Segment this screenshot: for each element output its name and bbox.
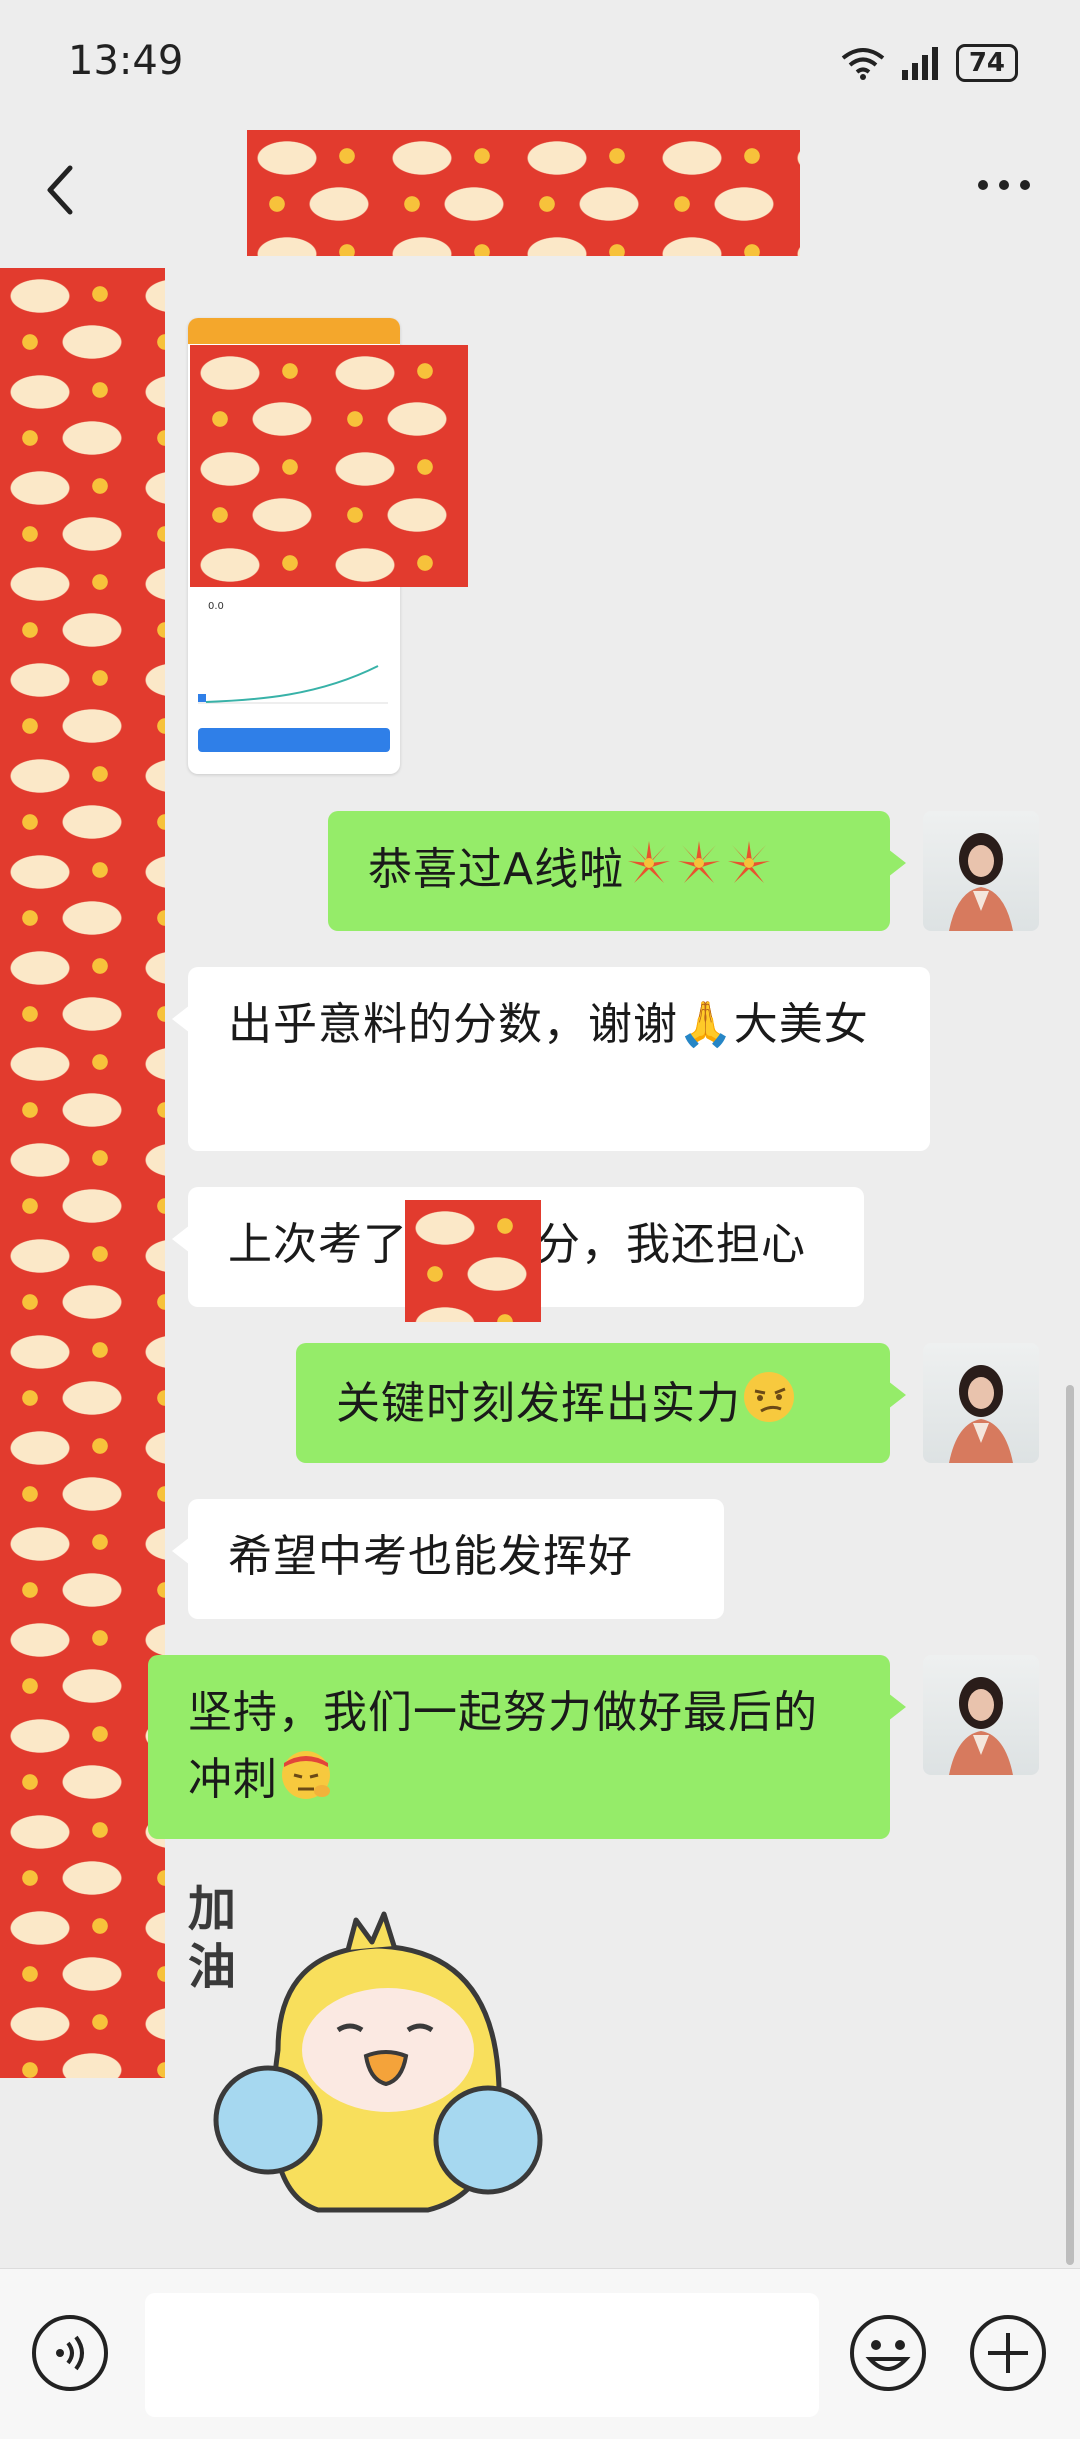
preview-score-secondary: 0.0 xyxy=(208,601,224,612)
voice-icon[interactable] xyxy=(30,2313,110,2393)
message-bubble-sent[interactable]: 恭喜过A线啦 xyxy=(328,811,906,931)
score-redacted xyxy=(405,1200,541,1322)
message-bubble-received[interactable]: 出乎意料的分数，谢谢🙏大美女 xyxy=(172,967,930,1151)
message-text: 关键时刻发挥出实力 xyxy=(336,1378,741,1429)
plus-icon[interactable] xyxy=(968,2313,1048,2393)
message-input[interactable] xyxy=(145,2293,819,2417)
preview-contact-button xyxy=(198,728,390,752)
chat-title-redacted xyxy=(247,130,800,256)
sticker-caption: 加油 xyxy=(188,1881,237,1995)
my-avatar[interactable] xyxy=(923,1343,1039,1463)
emoji-icon[interactable] xyxy=(848,2313,928,2393)
message-text: 希望中考也能发挥好 xyxy=(228,1531,633,1582)
status-icons: 74 xyxy=(840,44,1018,82)
back-arrow-icon[interactable] xyxy=(40,160,80,220)
battery-icon: 74 xyxy=(955,44,1018,82)
my-avatar[interactable] xyxy=(923,1655,1039,1775)
more-icon[interactable] xyxy=(976,170,1032,200)
smirk-emoji-icon xyxy=(741,1369,797,1443)
determined-emoji-icon xyxy=(278,1745,334,1819)
status-bar: 13:49 74 xyxy=(0,0,1080,130)
message-bubble-sent[interactable]: 关键时刻发挥出实力 xyxy=(296,1343,906,1463)
sticker-message[interactable]: 加油 xyxy=(188,1880,548,2240)
fireworks-icon xyxy=(624,837,774,907)
message-text: 出乎意料的分数，谢谢🙏大美女 xyxy=(228,999,869,1050)
preview-trend-chart xyxy=(198,665,388,704)
message-text-suffix: 分，我还担心 xyxy=(536,1219,806,1270)
preview-status-bar xyxy=(188,318,400,344)
my-avatar[interactable] xyxy=(923,811,1039,931)
wifi-icon xyxy=(841,48,885,80)
message-text: 上次考了 xyxy=(228,1219,408,1270)
message-bubble-sent[interactable]: 坚持，我们一起努力做好最后的冲刺 xyxy=(148,1655,906,1839)
status-time: 13:49 xyxy=(68,38,184,84)
avatar-redacted xyxy=(0,268,165,2078)
scrollbar[interactable] xyxy=(1066,1385,1074,2265)
signal-icon xyxy=(901,47,938,80)
message-text: 恭喜过A线啦 xyxy=(368,844,625,895)
image-redacted xyxy=(190,345,468,587)
message-bubble-received[interactable]: 希望中考也能发挥好 xyxy=(172,1499,724,1619)
